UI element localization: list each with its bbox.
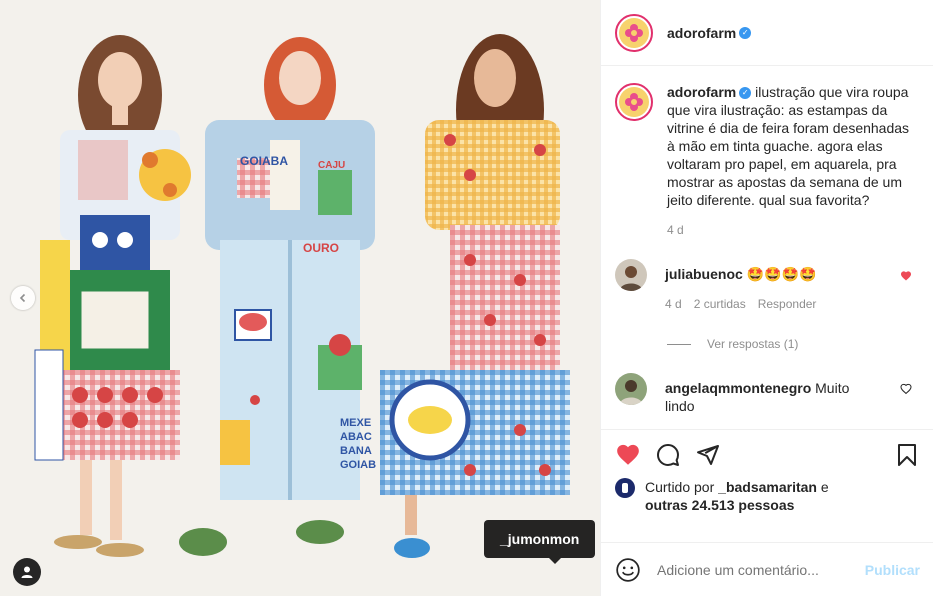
liked-by: Curtido por _badsamaritan e outras 24.51… [615,478,920,514]
comment-avatar[interactable] [615,373,647,405]
comment-time[interactable]: 4 d [665,295,682,313]
comment-likes[interactable]: 2 curtidas [694,295,746,313]
bookmark-icon [898,444,916,466]
post-sidebar: adorofarm ✓ adorofarm ✓ ilustração que v… [600,0,933,596]
illustration: GOIABA CAJU OURO MEXE ABAC BANA GOIAB [34,34,570,558]
illus-text-goiaba: GOIABA [240,154,288,168]
reply-button[interactable]: Responder [758,295,817,313]
share-icon [697,445,719,465]
view-replies-label: Ver respostas (1) [707,337,799,351]
caption: adorofarm ✓ ilustração que vira roupa que… [615,83,920,239]
action-icons [615,438,920,472]
flower-logo-icon [625,93,643,111]
comment-avatar[interactable] [615,259,647,291]
caption-username[interactable]: adorofarm [667,84,736,100]
illus-text-bana: BANA [340,445,372,457]
flower-logo-icon [625,23,643,42]
post-image[interactable]: GOIABA CAJU OURO MEXE ABAC BANA GOIAB _j… [0,0,600,596]
comment-username[interactable]: juliabuenoc [665,266,743,282]
post-header: adorofarm ✓ [601,0,933,66]
user-tag-button[interactable] [13,558,41,586]
comment-username[interactable]: angelaqmmontenegro [665,380,811,396]
share-button[interactable] [695,442,721,468]
post-container: GOIABA CAJU OURO MEXE ABAC BANA GOIAB _j… [0,0,933,596]
previous-image-button[interactable] [11,286,35,310]
comment-input[interactable] [657,561,865,578]
caption-body: adorofarm ✓ ilustração que vira roupa que… [667,83,917,239]
verified-icon: ✓ [739,26,752,39]
liked-by-prefix: Curtido por [645,479,715,495]
illus-text-caju: CAJU [318,160,345,171]
comment-like-button[interactable] [900,269,912,285]
comment-text: 🤩🤩🤩🤩 [746,266,817,282]
caption-text: ilustração que vira roupa que vira ilust… [667,84,910,208]
liked-by-others[interactable]: outras 24.513 pessoas [645,497,794,513]
liked-by-avatar[interactable] [615,478,635,498]
liked-by-user[interactable]: _badsamaritan [718,479,817,495]
save-button[interactable] [894,442,920,468]
comment-like-button[interactable] [900,382,912,398]
header-username[interactable]: adorofarm [667,25,736,41]
illus-text-mexe: MEXE [340,417,371,429]
avatar-photo [622,483,628,493]
heart-filled-icon [901,271,911,281]
comment-body: angelaqmmontenegro Muito lindo [665,373,875,415]
illus-text-abac: ABAC [340,431,372,443]
comment-icon [657,444,679,466]
avatar-photo [615,373,647,405]
comments-section: adorofarm ✓ ilustração que vira roupa que… [601,67,933,429]
liked-by-conj: e [820,479,829,495]
post-actions: Curtido por _badsamaritan e outras 24.51… [601,429,933,514]
comment-button[interactable] [655,442,681,468]
view-replies-button[interactable]: Ver respostas (1) [667,337,920,351]
liked-by-text: Curtido por _badsamaritan e outras 24.51… [645,478,829,514]
like-button[interactable] [615,442,641,468]
illus-text-ouro: OURO [303,241,339,255]
caption-time[interactable]: 4 d [667,221,917,239]
add-comment-bar: Publicar [601,542,933,596]
comment-meta: 4 d 2 curtidas Responder [665,295,895,313]
heart-outline-icon [900,383,912,395]
profile-avatar[interactable] [615,13,653,52]
verified-icon: ✓ [739,87,752,100]
comment-item: juliabuenoc 🤩🤩🤩🤩 4 d 2 curtidas Responde… [615,259,920,313]
heart-icon [617,444,639,465]
publish-button[interactable]: Publicar [865,562,920,578]
comment-item: angelaqmmontenegro Muito lindo [615,373,920,415]
chevron-left-icon [19,293,26,303]
user-tag-icon [21,566,33,578]
avatar-photo [615,259,647,291]
caption-avatar[interactable] [615,83,653,121]
emoji-icon[interactable] [615,557,641,583]
replies-divider [667,343,691,345]
user-tag-label[interactable]: _jumonmon [484,520,596,564]
comment-body: juliabuenoc 🤩🤩🤩🤩 4 d 2 curtidas Responde… [665,259,895,313]
illus-text-goiab: GOIAB [340,459,376,471]
